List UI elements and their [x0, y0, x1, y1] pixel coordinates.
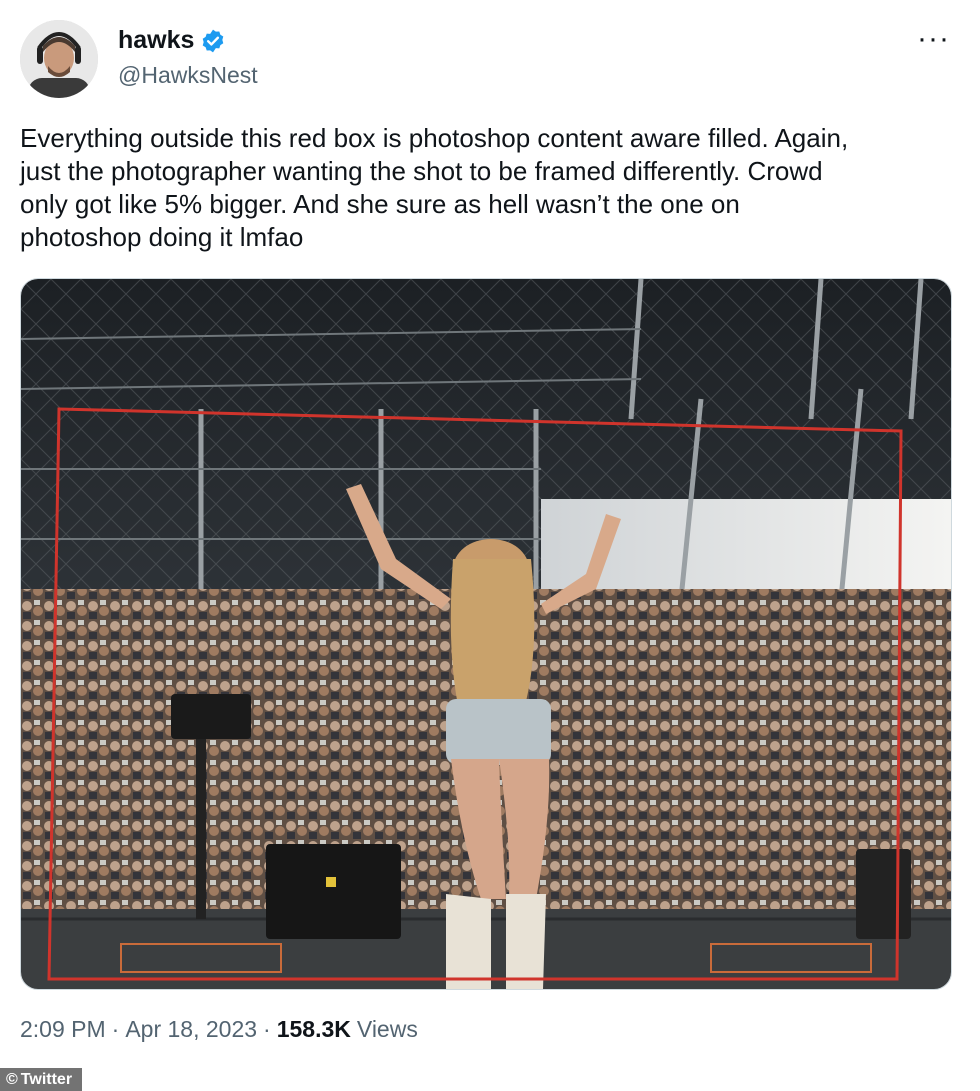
- tweet-time[interactable]: 2:09 PM: [20, 1016, 106, 1043]
- image-credit: © Twitter: [0, 1068, 83, 1091]
- tweet-media-photo[interactable]: [20, 278, 952, 990]
- meta-separator: ·: [263, 1016, 271, 1042]
- tweet-card: hawks @HawksNest ··· Everything outside …: [0, 0, 980, 1091]
- copyright-symbol: ©: [6, 1071, 18, 1088]
- views-count[interactable]: 158.3K: [277, 1016, 351, 1043]
- verified-badge-icon: [200, 28, 226, 54]
- tweet-text: Everything outside this red box is photo…: [20, 123, 849, 252]
- author-name-row: hawks: [118, 26, 226, 55]
- concert-stage-photo: [21, 279, 951, 989]
- more-horizontal-icon[interactable]: ···: [917, 24, 950, 54]
- views-label: Views: [356, 1016, 418, 1042]
- meta-separator: ·: [111, 1016, 120, 1042]
- author-handle[interactable]: @HawksNest: [118, 62, 258, 89]
- author-avatar[interactable]: [20, 20, 98, 98]
- author-name[interactable]: hawks: [118, 26, 194, 55]
- credit-label: Twitter: [20, 1071, 73, 1088]
- tweet-meta: 2:09 PM · Apr 18, 2023 · 158.3K Views: [20, 1016, 418, 1043]
- tweet-date[interactable]: Apr 18, 2023: [125, 1016, 257, 1043]
- avatar-image: [20, 20, 98, 98]
